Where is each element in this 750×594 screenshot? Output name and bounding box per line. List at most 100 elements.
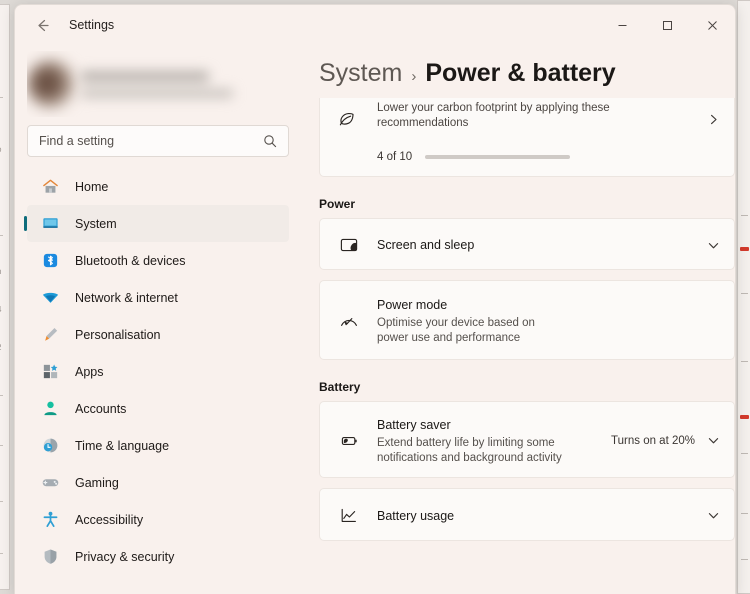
sidebar-nav: Home System Bluetooth & devices Network …	[21, 168, 297, 570]
paintbrush-icon	[39, 324, 61, 346]
search-icon	[263, 134, 277, 148]
background-window-right[interactable]	[737, 0, 750, 594]
title-bar[interactable]: Settings	[15, 5, 735, 45]
sidebar-item-label: Personalisation	[75, 327, 161, 342]
bluetooth-icon	[39, 250, 61, 272]
background-tick	[741, 453, 748, 454]
app-title: Settings	[69, 18, 115, 32]
sidebar-item-personalisation[interactable]: Personalisation	[27, 316, 289, 353]
setting-body: Power mode Optimise your device based on…	[377, 296, 720, 346]
sidebar-item-label: Bluetooth & devices	[75, 253, 186, 268]
accessibility-person-icon	[39, 509, 61, 531]
breadcrumb-parent[interactable]: System	[319, 59, 402, 88]
energy-description-line2: recommendations	[377, 117, 469, 129]
sidebar-item-label: Accounts	[75, 401, 127, 416]
screen-sleep-icon	[336, 234, 362, 256]
back-arrow-icon[interactable]	[27, 11, 57, 39]
profile-name-redacted	[81, 70, 209, 82]
sidebar-item-label: Gaming	[75, 475, 119, 490]
setting-title: Battery usage	[377, 508, 455, 523]
profile-text-redacted	[81, 70, 233, 98]
background-tick	[741, 293, 748, 294]
setting-card-power-mode[interactable]: Power mode Optimise your device based on…	[319, 280, 735, 360]
close-button[interactable]	[690, 5, 735, 45]
background-tick	[741, 559, 748, 560]
section-heading-power: Power	[319, 197, 356, 211]
sidebar-item-network-internet[interactable]: Network & internet	[27, 279, 289, 316]
gamepad-icon	[39, 472, 61, 494]
setting-body: Screen and sleep	[377, 236, 695, 254]
window-controls	[600, 5, 735, 45]
sidebar-item-gaming[interactable]: Gaming	[27, 464, 289, 501]
user-profile[interactable]	[27, 51, 289, 117]
sidebar-item-home[interactable]: Home	[27, 168, 289, 205]
clock-globe-icon	[39, 435, 61, 457]
battery-usage-chart-icon	[336, 505, 362, 527]
setting-value: Turns on at 20%	[611, 434, 695, 447]
settings-window: Settings Find a setting Home System Blue…	[14, 4, 736, 594]
background-window-left[interactable]: [ o \ n 4 2	[0, 4, 10, 590]
energy-description-line1: Lower your carbon footprint by applying …	[377, 102, 610, 114]
page-title: Power & battery	[425, 59, 616, 87]
sidebar-item-privacy-security[interactable]: Privacy & security	[27, 538, 289, 570]
maximise-button[interactable]	[645, 5, 690, 45]
setting-row: Battery usage	[320, 489, 734, 542]
battery-saver-icon	[336, 430, 362, 452]
sidebar-item-apps[interactable]: Apps	[27, 353, 289, 390]
background-marker	[740, 415, 749, 419]
setting-card-screen-and-sleep[interactable]: Screen and sleep	[319, 218, 735, 270]
background-tick	[741, 513, 748, 514]
setting-body: Battery usage	[377, 507, 695, 525]
setting-row: Battery saver Extend battery life by lim…	[320, 402, 734, 479]
energy-recommendations-description: Lower your carbon footprint by applying …	[377, 102, 707, 131]
search-box[interactable]	[27, 125, 289, 157]
sidebar-item-bluetooth-devices[interactable]: Bluetooth & devices	[27, 242, 289, 279]
background-tick	[0, 501, 3, 502]
setting-row: Power mode Optimise your device based on…	[320, 281, 734, 361]
sidebar-item-label: Time & language	[75, 438, 170, 453]
sidebar-item-time-language[interactable]: Time & language	[27, 427, 289, 464]
background-tick	[0, 395, 3, 396]
breadcrumb: System › Power & battery	[319, 59, 735, 88]
energy-recommendations-card[interactable]: Lower your carbon footprint by applying …	[319, 98, 735, 177]
setting-card-battery-usage[interactable]: Battery usage	[319, 488, 735, 541]
wifi-icon	[39, 287, 61, 309]
sidebar-item-label: Privacy & security	[75, 549, 175, 564]
background-glyph: o	[0, 145, 1, 154]
sidebar-item-label: Accessibility	[75, 512, 144, 527]
sidebar-item-accounts[interactable]: Accounts	[27, 390, 289, 427]
chevron-down-icon[interactable]	[707, 509, 720, 522]
chevron-down-icon[interactable]	[707, 434, 720, 447]
background-tick	[741, 215, 748, 216]
background-tick	[741, 361, 748, 362]
person-icon	[39, 398, 61, 420]
sidebar-item-accessibility[interactable]: Accessibility	[27, 501, 289, 538]
profile-email-redacted	[81, 88, 233, 98]
setting-description: Optimise your device based on power use …	[377, 317, 535, 344]
background-tick	[0, 553, 3, 554]
power-gauge-icon	[336, 310, 362, 332]
energy-progress-label: 4 of 10	[377, 151, 413, 163]
chevron-down-icon[interactable]	[707, 239, 720, 252]
section-heading-battery: Battery	[319, 380, 361, 394]
desktop-background: [ o \ n 4 2 Settings	[0, 0, 750, 594]
sidebar-item-label: Network & internet	[75, 290, 178, 305]
background-tick	[0, 97, 3, 98]
setting-row: Screen and sleep	[320, 219, 734, 271]
sidebar: Home System	[15, 45, 297, 594]
chevron-right-icon[interactable]	[707, 113, 720, 126]
setting-body: Battery saver Extend battery life by lim…	[377, 416, 601, 466]
shield-icon	[39, 546, 61, 568]
background-glyph: 2	[0, 343, 1, 352]
setting-title: Power mode	[377, 298, 448, 312]
setting-card-battery-saver[interactable]: Battery saver Extend battery life by lim…	[319, 401, 735, 478]
sidebar-item-label: Apps	[75, 364, 104, 379]
sidebar-item-system[interactable]: System	[24, 205, 289, 242]
setting-title: Screen and sleep	[377, 238, 475, 252]
breadcrumb-separator: ›	[411, 68, 417, 85]
progress-bar	[425, 155, 571, 159]
energy-recommendations-row: Lower your carbon footprint by applying …	[320, 98, 734, 140]
search-input[interactable]	[39, 134, 263, 148]
system-monitor-icon	[39, 213, 61, 235]
minimise-button[interactable]	[600, 5, 645, 45]
